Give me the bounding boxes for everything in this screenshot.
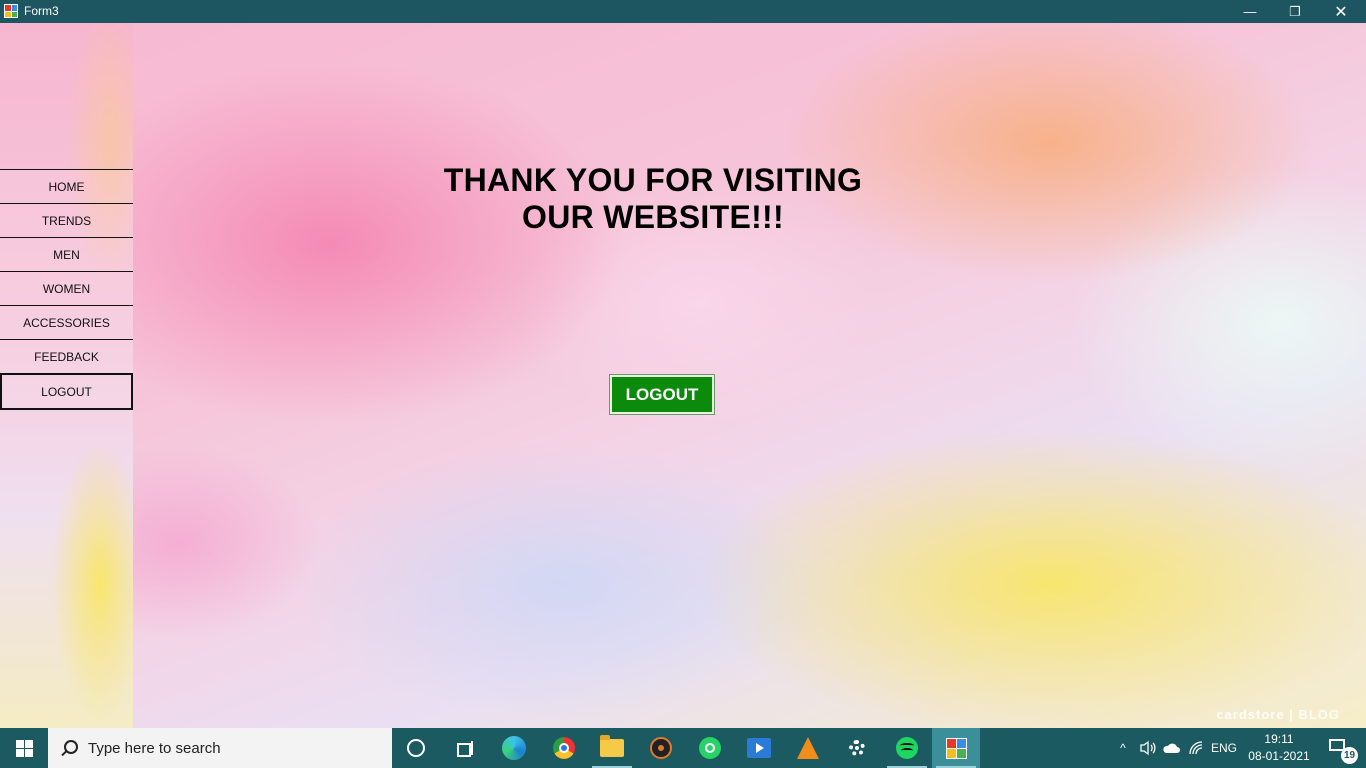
notification-badge: 19 [1341, 747, 1358, 764]
maximize-button[interactable]: ❐ [1272, 0, 1318, 23]
close-button[interactable]: ✕ [1318, 0, 1364, 23]
clock-date: 08-01-2021 [1248, 749, 1310, 763]
nav-logout-button[interactable]: LOGOUT [0, 373, 133, 410]
folder-icon [600, 735, 624, 757]
whatsapp-icon [699, 737, 721, 759]
show-hidden-icons-button[interactable]: ^ [1112, 728, 1134, 768]
nav-accessories-button[interactable]: ACCESSORIES [0, 305, 133, 339]
edge-icon [502, 736, 526, 760]
spotify-button[interactable] [883, 728, 931, 768]
sidebar-panel: HOME TRENDS MEN WOMEN ACCESSORIES FEEDBA… [0, 23, 133, 728]
chrome-icon [553, 737, 575, 759]
window-titlebar: Form3 — ❐ ✕ [0, 0, 1366, 23]
windows-icon [15, 739, 33, 757]
nav-feedback-button[interactable]: FEEDBACK [0, 339, 133, 373]
taskbar-search-box[interactable]: Type here to search [48, 728, 392, 768]
chrome-button[interactable] [540, 728, 588, 768]
thank-you-heading: THANK YOU FOR VISITING OUR WEBSITE!!! [380, 162, 926, 236]
settings-button[interactable] [833, 728, 881, 768]
watermark-text: cardstore | BLOG [1216, 707, 1340, 722]
nav-home-button[interactable]: HOME [0, 169, 133, 203]
heading-line-2: OUR WEBSITE!!! [522, 199, 784, 235]
minimize-button[interactable]: — [1227, 0, 1273, 23]
gear-icon [849, 740, 865, 756]
whatsapp-button[interactable] [686, 728, 734, 768]
volume-icon[interactable] [1136, 728, 1160, 768]
spotify-icon [896, 737, 918, 759]
heading-line-1: THANK YOU FOR VISITING [443, 162, 863, 198]
sidebar-nav: HOME TRENDS MEN WOMEN ACCESSORIES FEEDBA… [0, 169, 133, 410]
vlc-button[interactable] [784, 728, 832, 768]
form-app-icon [945, 737, 967, 759]
file-explorer-button[interactable] [588, 728, 636, 768]
task-view-button[interactable] [440, 728, 488, 768]
video-icon [747, 738, 771, 758]
clock[interactable]: 19:11 08-01-2021 [1244, 728, 1314, 768]
app-icon [4, 4, 18, 18]
taskbar: Type here to search ^ ENG 19:11 08-01-20… [0, 728, 1366, 768]
input-language[interactable]: ENG [1210, 728, 1238, 768]
logout-button[interactable]: LOGOUT [609, 374, 715, 415]
clock-time: 19:11 [1264, 732, 1294, 746]
nav-trends-button[interactable]: TRENDS [0, 203, 133, 237]
network-icon[interactable] [1186, 728, 1208, 768]
task-view-icon [455, 741, 473, 757]
nav-women-button[interactable]: WOMEN [0, 271, 133, 305]
groove-music-button[interactable] [637, 728, 685, 768]
music-icon [650, 737, 672, 759]
onedrive-cloud-icon[interactable] [1160, 728, 1182, 768]
window-title: Form3 [24, 4, 59, 18]
vlc-cone-icon [797, 737, 819, 759]
action-center-button[interactable]: 19 [1316, 728, 1364, 768]
cortana-button[interactable] [392, 728, 440, 768]
search-icon [60, 739, 78, 757]
form-app-taskbar-button[interactable] [932, 728, 980, 768]
video-editor-button[interactable] [735, 728, 783, 768]
search-placeholder: Type here to search [88, 739, 221, 757]
start-button[interactable] [0, 728, 48, 768]
cortana-icon [407, 739, 425, 757]
edge-button[interactable] [490, 728, 538, 768]
painted-background: HOME TRENDS MEN WOMEN ACCESSORIES FEEDBA… [0, 23, 1366, 728]
nav-men-button[interactable]: MEN [0, 237, 133, 271]
